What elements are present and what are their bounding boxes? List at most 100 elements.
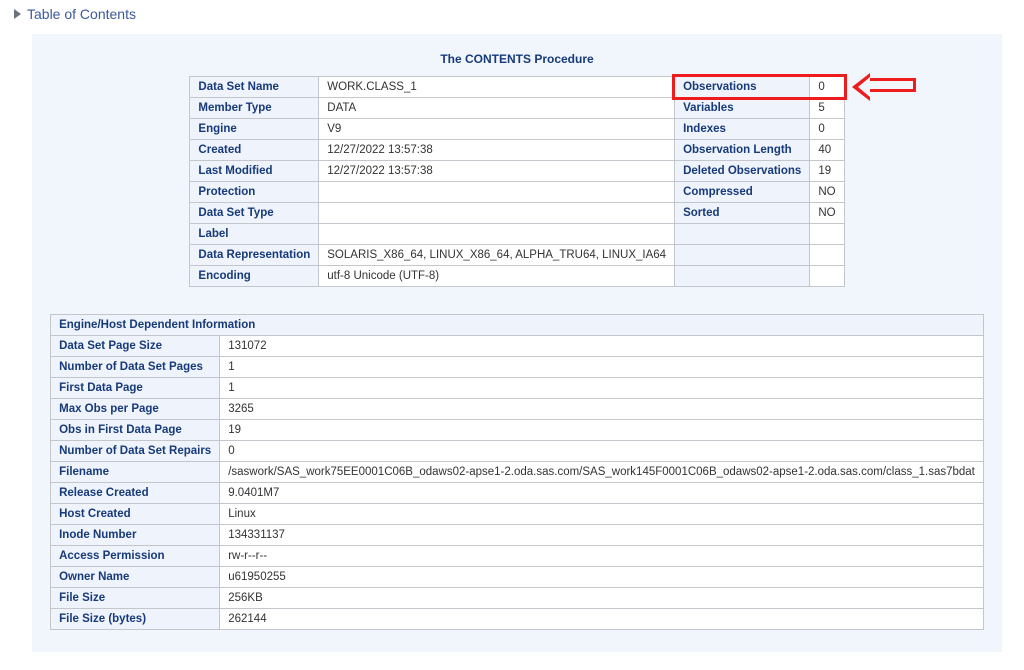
engine-host-table: Engine/Host Dependent Information Data S…: [50, 314, 984, 630]
label-observations: Observations: [675, 77, 810, 98]
value-cell: [319, 224, 675, 245]
table-row: Host CreatedLinux: [51, 504, 984, 525]
value-cell: /saswork/SAS_work75EE0001C06B_odaws02-ap…: [220, 462, 984, 483]
label-cell: Created: [190, 140, 319, 161]
label-cell: Deleted Observations: [675, 161, 810, 182]
value-cell: 3265: [220, 399, 984, 420]
table-row: Created 12/27/2022 13:57:38 Observation …: [190, 140, 844, 161]
value-cell: 134331137: [220, 525, 984, 546]
value-cell: 256KB: [220, 588, 984, 609]
label-cell: Encoding: [190, 266, 319, 287]
value-cell: 0: [220, 441, 984, 462]
table-row: Inode Number134331137: [51, 525, 984, 546]
table-row: Release Created9.0401M7: [51, 483, 984, 504]
table-row: Data Set Page Size131072: [51, 336, 984, 357]
table-row: Access Permissionrw-r--r--: [51, 546, 984, 567]
value-cell: [319, 203, 675, 224]
table-row: Number of Data Set Repairs0: [51, 441, 984, 462]
label-cell: Host Created: [51, 504, 220, 525]
label-cell: Protection: [190, 182, 319, 203]
value-cell: 12/27/2022 13:57:38: [319, 140, 675, 161]
value-cell: WORK.CLASS_1: [319, 77, 675, 98]
label-cell: Sorted: [675, 203, 810, 224]
label-cell: Label: [190, 224, 319, 245]
value-cell: NO: [810, 182, 844, 203]
value-cell: 1: [220, 357, 984, 378]
label-cell: Indexes: [675, 119, 810, 140]
value-cell: [810, 266, 844, 287]
value-cell: NO: [810, 203, 844, 224]
toc-header[interactable]: Table of Contents: [0, 0, 1024, 26]
table-row: Data Representation SOLARIS_X86_64, LINU…: [190, 245, 844, 266]
value-cell: 19: [810, 161, 844, 182]
table-row: File Size (bytes)262144: [51, 609, 984, 630]
label-cell: Number of Data Set Pages: [51, 357, 220, 378]
table-row: Label: [190, 224, 844, 245]
results-area: The CONTENTS Procedure Data Set Name WOR…: [32, 34, 1002, 652]
proc-title: The CONTENTS Procedure: [42, 52, 992, 66]
label-cell: Release Created: [51, 483, 220, 504]
value-cell: 40: [810, 140, 844, 161]
label-cell: File Size (bytes): [51, 609, 220, 630]
expand-icon[interactable]: [14, 9, 21, 19]
table-row: Engine V9 Indexes 0: [190, 119, 844, 140]
toc-label: Table of Contents: [27, 6, 136, 22]
label-cell: [675, 245, 810, 266]
value-cell: 19: [220, 420, 984, 441]
table-row: Number of Data Set Pages1: [51, 357, 984, 378]
label-cell: Number of Data Set Repairs: [51, 441, 220, 462]
label-cell: Data Set Name: [190, 77, 319, 98]
value-cell: utf-8 Unicode (UTF-8): [319, 266, 675, 287]
value-cell: rw-r--r--: [220, 546, 984, 567]
label-cell: Obs in First Data Page: [51, 420, 220, 441]
value-cell: 9.0401M7: [220, 483, 984, 504]
table-row: Member Type DATA Variables 5: [190, 98, 844, 119]
table-row: Filename/saswork/SAS_work75EE0001C06B_od…: [51, 462, 984, 483]
value-cell: 1: [220, 378, 984, 399]
label-cell: Inode Number: [51, 525, 220, 546]
table-row: Last Modified 12/27/2022 13:57:38 Delete…: [190, 161, 844, 182]
label-cell: Max Obs per Page: [51, 399, 220, 420]
value-cell: 5: [810, 98, 844, 119]
value-cell: [319, 182, 675, 203]
section-title-row: Engine/Host Dependent Information: [51, 315, 984, 336]
label-cell: File Size: [51, 588, 220, 609]
table-row: Protection Compressed NO: [190, 182, 844, 203]
engine-host-title: Engine/Host Dependent Information: [51, 315, 984, 336]
label-cell: Access Permission: [51, 546, 220, 567]
label-cell: Engine: [190, 119, 319, 140]
value-cell: DATA: [319, 98, 675, 119]
value-cell: u61950255: [220, 567, 984, 588]
value-cell: 12/27/2022 13:57:38: [319, 161, 675, 182]
label-cell: Filename: [51, 462, 220, 483]
table-row: Obs in First Data Page19: [51, 420, 984, 441]
label-cell: Last Modified: [190, 161, 319, 182]
label-cell: Member Type: [190, 98, 319, 119]
value-cell: 0: [810, 119, 844, 140]
label-cell: Observation Length: [675, 140, 810, 161]
label-cell: [675, 224, 810, 245]
value-cell: 262144: [220, 609, 984, 630]
value-cell: Linux: [220, 504, 984, 525]
label-cell: Variables: [675, 98, 810, 119]
label-cell: First Data Page: [51, 378, 220, 399]
summary-table-container: Data Set Name WORK.CLASS_1 Observations …: [189, 76, 844, 301]
label-cell: [675, 266, 810, 287]
value-cell: V9: [319, 119, 675, 140]
table-row: Owner Nameu61950255: [51, 567, 984, 588]
label-cell: Data Set Type: [190, 203, 319, 224]
label-cell: Compressed: [675, 182, 810, 203]
label-cell: Data Set Page Size: [51, 336, 220, 357]
table-row: Data Set Type Sorted NO: [190, 203, 844, 224]
table-row: File Size256KB: [51, 588, 984, 609]
table-row: Data Set Name WORK.CLASS_1 Observations …: [190, 77, 844, 98]
label-cell: Data Representation: [190, 245, 319, 266]
table-row: Encoding utf-8 Unicode (UTF-8): [190, 266, 844, 287]
value-observations: 0: [810, 77, 844, 98]
value-cell: SOLARIS_X86_64, LINUX_X86_64, ALPHA_TRU6…: [319, 245, 675, 266]
arrow-icon: [870, 78, 916, 92]
contents-summary-table: Data Set Name WORK.CLASS_1 Observations …: [189, 76, 844, 287]
table-row: Max Obs per Page3265: [51, 399, 984, 420]
value-cell: [810, 224, 844, 245]
value-cell: [810, 245, 844, 266]
